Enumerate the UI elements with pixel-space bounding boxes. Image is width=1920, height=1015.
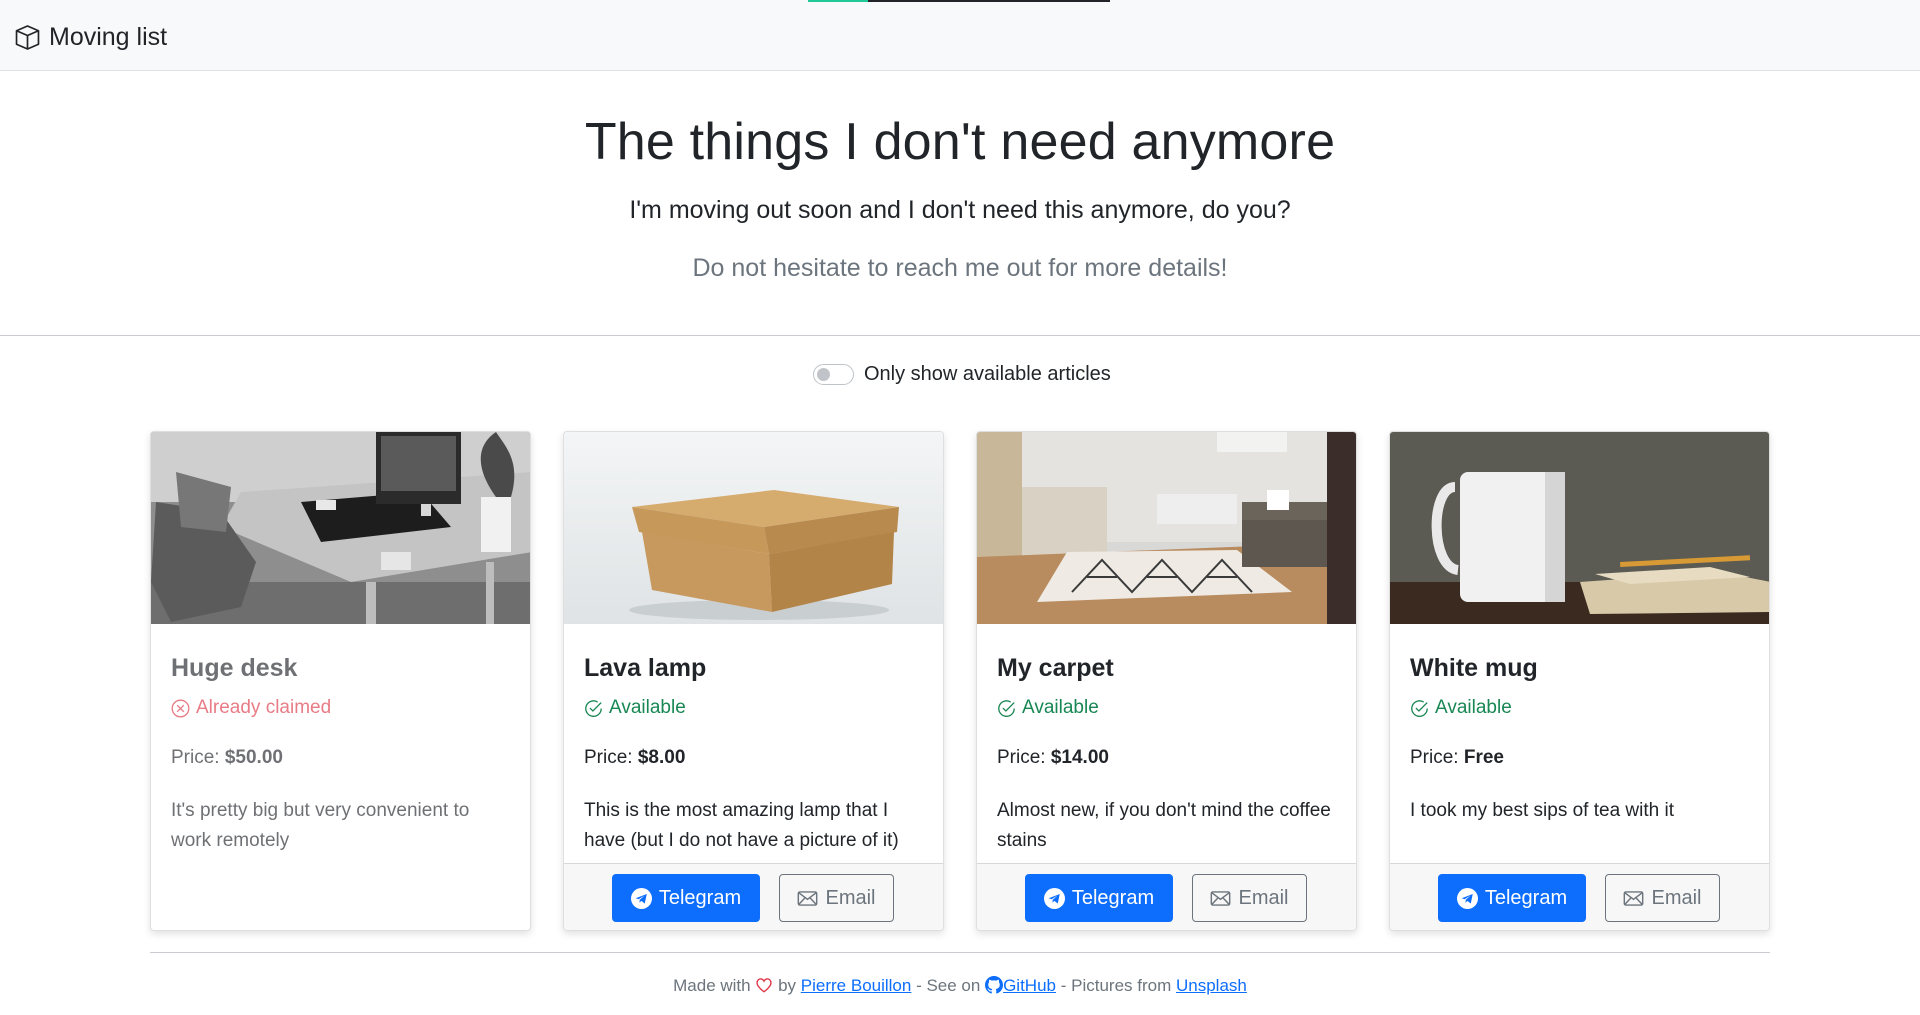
envelope-icon xyxy=(1624,890,1644,906)
footer-by: by xyxy=(778,976,797,995)
telegram-label: Telegram xyxy=(1071,886,1155,909)
price: Price: Free xyxy=(1410,747,1504,769)
divider xyxy=(0,335,1920,336)
toggle-knob xyxy=(817,367,830,381)
telegram-button[interactable]: Telegram xyxy=(612,874,760,922)
status-badge: Available xyxy=(584,697,686,719)
card-title: Lava lamp xyxy=(584,654,707,682)
heart-icon xyxy=(756,978,773,993)
hero-lead: I'm moving out soon and I don't need thi… xyxy=(629,196,1291,224)
price-value: Free xyxy=(1463,747,1504,768)
check-circle-icon xyxy=(1411,699,1428,717)
status-text: Already claimed xyxy=(196,697,332,718)
envelope-icon xyxy=(798,890,818,906)
telegram-button[interactable]: Telegram xyxy=(1438,874,1586,922)
footer-pictures-from: - Pictures from xyxy=(1060,976,1172,995)
telegram-label: Telegram xyxy=(1484,886,1568,909)
github-icon xyxy=(985,976,1004,994)
status-text: Available xyxy=(1435,697,1512,718)
status-text: Available xyxy=(1022,697,1099,718)
page-footer: Made with by Pierre Bouillon - See on Gi… xyxy=(0,976,1920,996)
price-value: $14.00 xyxy=(1050,747,1109,768)
check-circle-icon xyxy=(998,699,1015,717)
envelope-icon xyxy=(1211,890,1231,906)
x-circle-icon xyxy=(171,699,190,717)
card-title: White mug xyxy=(1410,654,1538,682)
telegram-icon xyxy=(1456,887,1478,909)
available-toggle-switch[interactable] xyxy=(813,363,854,385)
living-room-carpet-photo xyxy=(977,432,1356,624)
status-badge: Available xyxy=(997,697,1099,719)
github-link[interactable]: GitHub xyxy=(985,976,1056,995)
check-circle-icon xyxy=(585,699,602,717)
card-description: Almost new, if you don't mind the coffee… xyxy=(997,800,1331,851)
brand-label: Moving list xyxy=(49,22,168,51)
price-label: Price: xyxy=(1410,747,1459,768)
email-label: Email xyxy=(825,886,876,909)
price-label: Price: xyxy=(171,747,220,768)
scroll-progress-bar xyxy=(808,0,1110,2)
price: Price: $14.00 xyxy=(997,747,1109,769)
filter-label: Only show available articles xyxy=(864,362,1111,385)
price-value: $50.00 xyxy=(224,747,283,768)
price-value: $8.00 xyxy=(637,747,686,768)
card-footer: Telegram Email xyxy=(977,863,1356,930)
footer-divider xyxy=(150,952,1770,953)
email-label: Email xyxy=(1651,886,1702,909)
card-title: My carpet xyxy=(997,654,1114,682)
desk-photo xyxy=(151,432,530,624)
price: Price: $8.00 xyxy=(584,747,685,769)
status-badge: Already claimed xyxy=(171,697,331,719)
status-text: Available xyxy=(609,697,686,718)
article-card: Lava lamp Available Price: $8.00 This is… xyxy=(563,431,944,931)
price-label: Price: xyxy=(997,747,1046,768)
page-title: The things I don't need anymore xyxy=(584,113,1336,171)
author-link[interactable]: Pierre Bouillon xyxy=(801,976,912,995)
footer-see-on: - See on xyxy=(916,976,981,995)
article-card: Huge desk Already claimed Price: $50.00 … xyxy=(150,431,531,931)
unsplash-link[interactable]: Unsplash xyxy=(1176,976,1247,995)
cardboard-box-photo xyxy=(564,432,943,624)
status-badge: Available xyxy=(1410,697,1512,719)
footer-made-with: Made with xyxy=(673,976,751,995)
card-description: This is the most amazing lamp that I hav… xyxy=(584,800,899,851)
card-footer: Telegram Email xyxy=(564,863,943,930)
card-footer: Telegram Email xyxy=(1390,863,1769,930)
email-label: Email xyxy=(1238,886,1289,909)
scroll-progress-fill xyxy=(808,0,869,2)
article-card: White mug Available Price: Free I took m… xyxy=(1389,431,1770,931)
telegram-button[interactable]: Telegram xyxy=(1025,874,1173,922)
email-button[interactable]: Email xyxy=(779,874,894,922)
card-description: I took my best sips of tea with it xyxy=(1410,800,1674,821)
navbar: Moving list xyxy=(0,0,1920,71)
telegram-label: Telegram xyxy=(658,886,742,909)
card-title: Huge desk xyxy=(171,654,298,682)
card-description: It's pretty big but very convenient to w… xyxy=(171,800,470,851)
github-link-label: GitHub xyxy=(1003,976,1056,995)
article-card: My carpet Available Price: $14.00 Almost… xyxy=(976,431,1357,931)
telegram-icon xyxy=(1043,887,1065,909)
hero-subtext: Do not hesitate to reach me out for more… xyxy=(692,254,1228,282)
price: Price: $50.00 xyxy=(171,747,283,769)
telegram-icon xyxy=(630,887,652,909)
white-mug-photo xyxy=(1390,432,1769,624)
available-filter[interactable]: Only show available articles xyxy=(813,360,1111,388)
email-button[interactable]: Email xyxy=(1192,874,1307,922)
email-button[interactable]: Email xyxy=(1605,874,1720,922)
box-icon xyxy=(15,24,40,50)
navbar-brand[interactable]: Moving list xyxy=(14,22,167,52)
price-label: Price: xyxy=(584,747,633,768)
